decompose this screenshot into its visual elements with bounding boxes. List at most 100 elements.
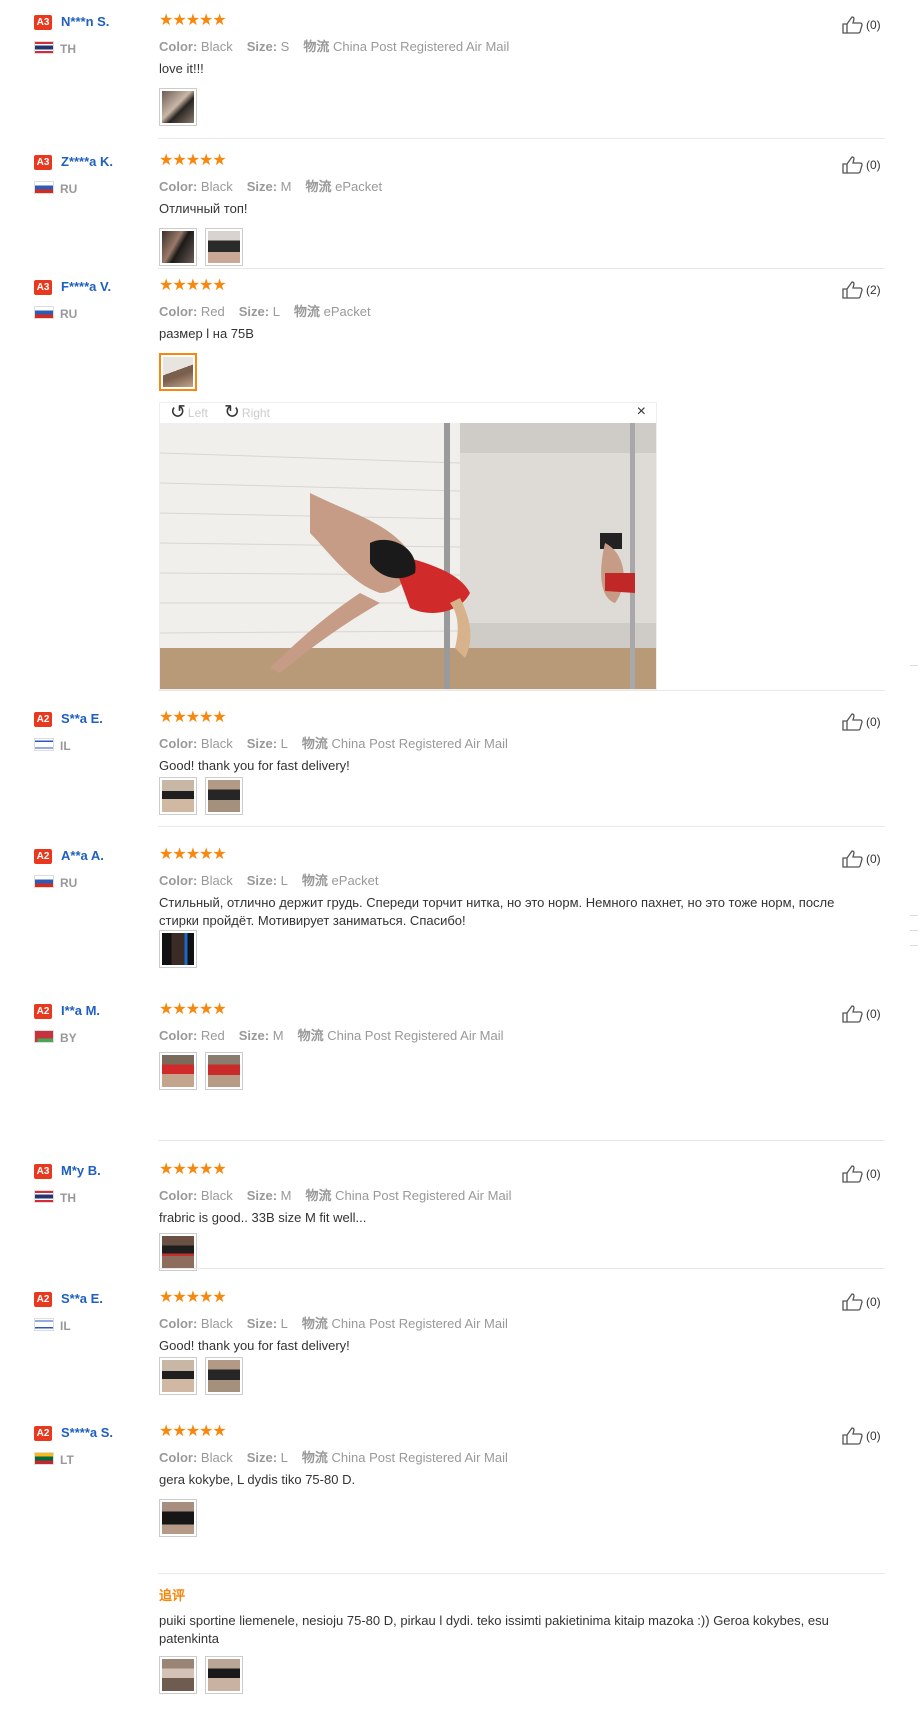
star-rating: ★★★★★ bbox=[159, 1161, 227, 1178]
buyer-name: M*y B. bbox=[61, 1163, 101, 1178]
country-code: BY bbox=[60, 1031, 77, 1045]
helpful-button[interactable]: (2) bbox=[842, 281, 881, 299]
review-photo[interactable] bbox=[159, 1233, 197, 1271]
country-code: IL bbox=[60, 1319, 71, 1333]
shipping-label: 物流 bbox=[297, 1028, 324, 1043]
thumbs-up-icon bbox=[842, 1293, 863, 1311]
photo-list bbox=[159, 1656, 243, 1694]
divider bbox=[158, 826, 885, 827]
size-value: L bbox=[280, 1450, 288, 1465]
size-label: Size: bbox=[238, 304, 270, 319]
review-photo[interactable] bbox=[205, 1357, 243, 1395]
helpful-count: (0) bbox=[866, 1007, 881, 1021]
photo-list bbox=[159, 88, 197, 126]
helpful-button[interactable]: (0) bbox=[842, 156, 881, 174]
size-value: M bbox=[280, 1188, 292, 1203]
photo-viewer: ↺ Left ↻ Right × bbox=[159, 402, 657, 690]
close-icon[interactable]: × bbox=[637, 403, 646, 421]
review-photo[interactable] bbox=[159, 930, 197, 968]
country-code: LT bbox=[60, 1453, 74, 1467]
size-label: Size: bbox=[246, 1450, 278, 1465]
helpful-button[interactable]: (0) bbox=[842, 850, 881, 868]
review-photo[interactable] bbox=[205, 777, 243, 815]
review-photo[interactable] bbox=[205, 1052, 243, 1090]
helpful-button[interactable]: (0) bbox=[842, 16, 881, 34]
review-photo-selected[interactable] bbox=[159, 353, 197, 391]
shipping-value: China Post Registered Air Mail bbox=[331, 1450, 508, 1465]
photo-list bbox=[159, 1499, 197, 1537]
divider bbox=[158, 1268, 885, 1269]
buyer-level-badge: A2 bbox=[34, 1426, 52, 1441]
color-value: Black bbox=[200, 39, 233, 54]
rotate-right-icon: ↻ bbox=[224, 402, 240, 423]
helpful-button[interactable]: (0) bbox=[842, 1165, 881, 1183]
star-rating: ★★★★★ bbox=[159, 1289, 227, 1306]
shipping-value: ePacket bbox=[323, 304, 371, 319]
review-photo[interactable] bbox=[159, 228, 197, 266]
star-rating: ★★★★★ bbox=[159, 1423, 227, 1440]
helpful-count: (0) bbox=[866, 1295, 881, 1309]
color-value: Black bbox=[200, 1188, 233, 1203]
review-text: love it!!! bbox=[159, 61, 204, 76]
scroll-edge-mark bbox=[910, 945, 918, 946]
buyer-level-badge: A3 bbox=[34, 155, 52, 170]
viewer-toolbar: ↺ Left ↻ Right × bbox=[160, 403, 656, 423]
country-code: TH bbox=[60, 1191, 76, 1205]
helpful-count: (0) bbox=[866, 715, 881, 729]
helpful-count: (2) bbox=[866, 283, 881, 297]
size-value: L bbox=[280, 736, 288, 751]
color-label: Color: bbox=[159, 1450, 198, 1465]
order-info: Color: Black Size: L 物流 China Post Registe… bbox=[159, 1313, 508, 1332]
rotate-left-button[interactable]: ↺ Left bbox=[170, 403, 208, 422]
color-value: Black bbox=[200, 179, 233, 194]
rotate-right-button[interactable]: ↻ Right bbox=[224, 402, 270, 423]
size-value: M bbox=[280, 179, 292, 194]
buyer-level-badge: A3 bbox=[34, 1164, 52, 1179]
helpful-button[interactable]: (0) bbox=[842, 1293, 881, 1311]
review-photo[interactable] bbox=[159, 1656, 197, 1694]
review-photo[interactable] bbox=[205, 228, 243, 266]
size-label: Size: bbox=[246, 1316, 278, 1331]
color-value: Black bbox=[200, 1450, 233, 1465]
size-label: Size: bbox=[246, 179, 278, 194]
divider bbox=[158, 138, 885, 139]
buyer-name: Z****a K. bbox=[61, 154, 114, 169]
review-photo[interactable] bbox=[159, 1499, 197, 1537]
helpful-count: (0) bbox=[866, 18, 881, 32]
order-info: Color: Black Size: M 物流 ePacket bbox=[159, 176, 382, 195]
star-rating: ★★★★★ bbox=[159, 709, 227, 726]
shipping-label: 物流 bbox=[301, 1450, 328, 1465]
divider bbox=[158, 1573, 885, 1574]
review-text: Good! thank you for fast delivery! bbox=[159, 758, 350, 773]
review-text: gera kokybe, L dydis tiko 75-80 D. bbox=[159, 1472, 356, 1487]
star-rating: ★★★★★ bbox=[159, 277, 227, 294]
shipping-value: China Post Registered Air Mail bbox=[332, 39, 510, 54]
helpful-button[interactable]: (0) bbox=[842, 1005, 881, 1023]
review-photo[interactable] bbox=[159, 777, 197, 815]
color-label: Color: bbox=[159, 1316, 198, 1331]
thumbs-up-icon bbox=[842, 850, 863, 868]
review-photo[interactable] bbox=[159, 88, 197, 126]
color-label: Color: bbox=[159, 39, 198, 54]
helpful-count: (0) bbox=[866, 1429, 881, 1443]
size-label: Size: bbox=[246, 736, 278, 751]
helpful-button[interactable]: (0) bbox=[842, 713, 881, 731]
flag-il-icon bbox=[34, 738, 54, 751]
color-value: Red bbox=[200, 304, 225, 319]
thumbs-up-icon bbox=[842, 1427, 863, 1445]
shipping-value: China Post Registered Air Mail bbox=[331, 736, 508, 751]
review-photo[interactable] bbox=[159, 1052, 197, 1090]
buyer-name: F****a V. bbox=[61, 279, 112, 294]
buyer-name: S****a S. bbox=[61, 1425, 114, 1440]
order-info: Color: Black Size: L 物流 China Post Registe… bbox=[159, 1447, 508, 1466]
flag-ru-icon bbox=[34, 306, 54, 319]
buyer-level-badge: A2 bbox=[34, 1004, 52, 1019]
country-code: RU bbox=[60, 876, 78, 890]
shipping-value: ePacket bbox=[335, 179, 383, 194]
shipping-label: 物流 bbox=[305, 1188, 332, 1203]
star-rating: ★★★★★ bbox=[159, 12, 227, 29]
review-photo[interactable] bbox=[159, 1357, 197, 1395]
review-photo[interactable] bbox=[205, 1656, 243, 1694]
review-text: Отличный топ! bbox=[159, 201, 248, 216]
helpful-button[interactable]: (0) bbox=[842, 1427, 881, 1445]
